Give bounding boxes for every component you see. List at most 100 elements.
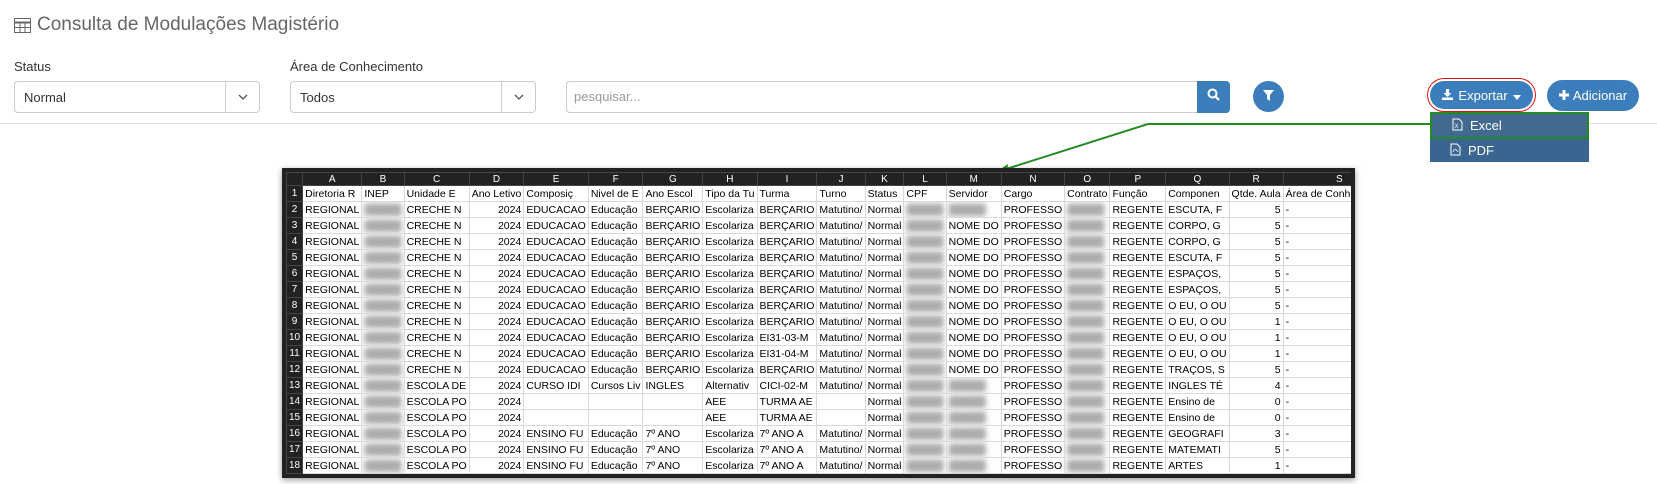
sheet-cell[interactable]: Normal — [864, 361, 905, 378]
column-header-p[interactable]: P — [1109, 172, 1167, 186]
sheet-cell[interactable]: █████ — [903, 201, 947, 218]
sheet-cell[interactable]: Educação — [587, 457, 644, 474]
sheet-cell[interactable]: █████ — [945, 377, 1002, 394]
sheet-cell[interactable]: CRECHE N — [403, 281, 470, 298]
export-pdf-option[interactable]: PDF — [1430, 138, 1589, 163]
sheet-cell[interactable]: Escolariza — [702, 441, 758, 458]
sheet-cell[interactable]: REGENTE — [1109, 281, 1167, 298]
sheet-cell[interactable]: - — [1282, 345, 1351, 362]
sheet-cell[interactable]: █████ — [1064, 313, 1111, 330]
sheet-cell[interactable]: BERÇARIO — [642, 297, 704, 314]
sheet-cell[interactable]: █████ — [361, 425, 405, 442]
row-number[interactable]: 3 — [286, 217, 304, 234]
sheet-cell[interactable]: █████ — [903, 265, 947, 282]
sheet-cell[interactable]: BERÇARIO — [642, 329, 704, 346]
sheet-cell[interactable]: O EU, O OU — [1165, 329, 1230, 346]
sheet-cell[interactable]: GEOGRAFI — [1165, 425, 1230, 442]
sheet-cell[interactable]: 2024 — [468, 329, 525, 346]
sheet-cell[interactable]: 5 — [1228, 297, 1284, 314]
sheet-cell[interactable]: REGIONAL — [302, 233, 363, 250]
sheet-cell[interactable]: ESCOLA DE — [403, 377, 470, 394]
sheet-cell[interactable]: █████ — [361, 249, 405, 266]
sheet-cell[interactable]: Educação — [587, 201, 644, 218]
column-header-b[interactable]: B — [361, 172, 405, 186]
sheet-corner[interactable] — [286, 172, 304, 186]
sheet-cell[interactable]: NOME DO — [945, 281, 1002, 298]
sheet-cell[interactable]: Educação — [587, 265, 644, 282]
sheet-cell[interactable]: █████ — [945, 201, 1002, 218]
sheet-cell[interactable]: PROFESSO — [1000, 281, 1066, 298]
sheet-cell[interactable]: Escolariza — [702, 425, 758, 442]
sheet-cell[interactable]: CICI-02-M — [756, 377, 818, 394]
sheet-cell[interactable]: AEE — [702, 393, 758, 410]
sheet-cell[interactable]: - — [1282, 201, 1351, 218]
sheet-cell[interactable]: 2024 — [468, 281, 525, 298]
sheet-cell[interactable] — [523, 409, 589, 426]
sheet-cell[interactable]: 2024 — [468, 313, 525, 330]
sheet-cell[interactable]: - — [1282, 249, 1351, 266]
sheet-cell[interactable]: 2024 — [468, 377, 525, 394]
column-header-l[interactable]: L — [903, 172, 947, 186]
sheet-cell[interactable]: EDUCACAO — [523, 249, 589, 266]
column-header-g[interactable]: G — [642, 172, 704, 186]
sheet-cell[interactable] — [642, 409, 704, 426]
sheet-cell[interactable]: Escolariza — [702, 361, 758, 378]
sheet-cell[interactable]: 7º ANO A — [756, 441, 818, 458]
sheet-cell[interactable]: PROFESSO — [1000, 409, 1066, 426]
sheet-cell[interactable]: BERÇARIO — [642, 233, 704, 250]
sheet-cell[interactable]: ESCOLA PO — [403, 441, 470, 458]
sheet-cell[interactable]: █████ — [903, 457, 947, 474]
sheet-cell[interactable]: █████ — [361, 297, 405, 314]
sheet-cell[interactable]: - — [1282, 361, 1351, 378]
column-header-s[interactable]: S — [1282, 172, 1351, 186]
sheet-cell[interactable]: █████ — [1064, 249, 1111, 266]
export-button[interactable]: Exportar — [1430, 81, 1533, 109]
sheet-cell[interactable]: 1 — [1228, 457, 1284, 474]
sheet-header-cell[interactable]: Servidor — [945, 185, 1002, 202]
sheet-cell[interactable]: NOME DO — [945, 361, 1002, 378]
sheet-cell[interactable]: Educação — [587, 281, 644, 298]
sheet-cell[interactable]: - — [1282, 217, 1351, 234]
row-number[interactable]: 10 — [286, 329, 304, 346]
sheet-cell[interactable]: EDUCACAO — [523, 297, 589, 314]
sheet-cell[interactable]: Normal — [864, 313, 905, 330]
sheet-cell[interactable]: O EU, O OU — [1165, 345, 1230, 362]
row-number[interactable]: 18 — [286, 457, 304, 474]
sheet-cell[interactable]: 1 — [1228, 345, 1284, 362]
sheet-cell[interactable]: BERÇARIO — [756, 201, 818, 218]
sheet-header-cell[interactable]: Componen — [1165, 185, 1230, 202]
sheet-cell[interactable]: 2024 — [468, 345, 525, 362]
sheet-cell[interactable]: 5 — [1228, 441, 1284, 458]
sheet-header-cell[interactable]: Status — [864, 185, 905, 202]
sheet-cell[interactable]: EDUCACAO — [523, 361, 589, 378]
sheet-cell[interactable]: 7º ANO — [642, 425, 704, 442]
sheet-cell[interactable]: - — [1282, 409, 1351, 426]
sheet-cell[interactable]: █████ — [1064, 281, 1111, 298]
sheet-cell[interactable]: Normal — [864, 217, 905, 234]
sheet-cell[interactable]: Matutino/ — [816, 313, 866, 330]
sheet-cell[interactable]: REGENTE — [1109, 217, 1167, 234]
row-number[interactable]: 6 — [286, 265, 304, 282]
sheet-cell[interactable]: TRAÇOS, S — [1165, 361, 1230, 378]
column-header-i[interactable]: I — [756, 172, 818, 186]
sheet-cell[interactable]: Normal — [864, 201, 905, 218]
sheet-cell[interactable]: PROFESSO — [1000, 393, 1066, 410]
sheet-cell[interactable]: Educação — [587, 345, 644, 362]
sheet-cell[interactable]: █████ — [1064, 409, 1111, 426]
sheet-cell[interactable]: REGIONAL — [302, 217, 363, 234]
sheet-cell[interactable]: Normal — [864, 425, 905, 442]
row-number[interactable]: 9 — [286, 313, 304, 330]
sheet-cell[interactable]: █████ — [945, 441, 1002, 458]
sheet-cell[interactable]: Normal — [864, 345, 905, 362]
sheet-cell[interactable]: REGIONAL — [302, 409, 363, 426]
sheet-cell[interactable]: 0 — [1228, 393, 1284, 410]
sheet-cell[interactable]: █████ — [945, 393, 1002, 410]
sheet-cell[interactable]: PROFESSO — [1000, 201, 1066, 218]
row-number[interactable]: 4 — [286, 233, 304, 250]
sheet-cell[interactable]: █████ — [361, 329, 405, 346]
sheet-cell[interactable]: █████ — [361, 233, 405, 250]
sheet-cell[interactable]: PROFESSO — [1000, 457, 1066, 474]
sheet-cell[interactable]: REGENTE — [1109, 361, 1167, 378]
sheet-cell[interactable]: BERÇARIO — [756, 249, 818, 266]
sheet-cell[interactable]: BERÇARIO — [642, 217, 704, 234]
